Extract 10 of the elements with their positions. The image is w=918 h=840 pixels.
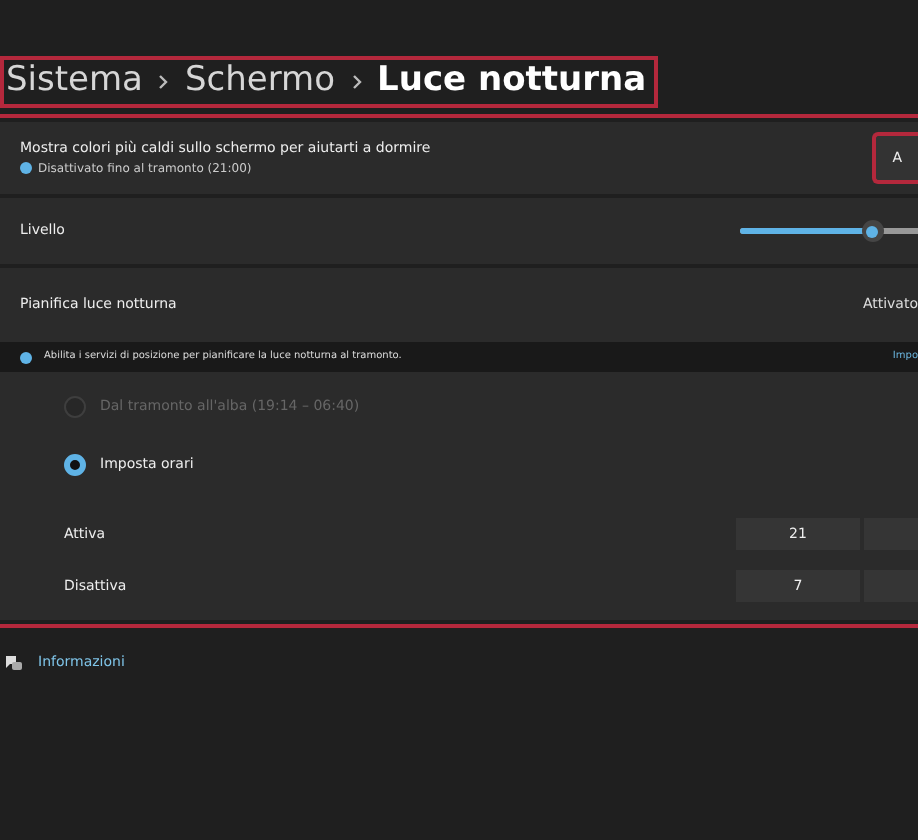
slider-thumb[interactable] xyxy=(861,220,884,242)
help-icon xyxy=(4,653,22,672)
breadcrumb-link[interactable]: Schermo xyxy=(184,60,336,102)
chevron-icon xyxy=(158,73,169,89)
info-icon xyxy=(20,351,32,363)
chevron-icon xyxy=(351,73,362,89)
status-dot-icon xyxy=(20,162,32,175)
page-title: Luce notturna xyxy=(377,60,647,102)
breadcrumb-link[interactable]: Sistema xyxy=(6,60,143,102)
radio-button[interactable] xyxy=(64,454,86,476)
